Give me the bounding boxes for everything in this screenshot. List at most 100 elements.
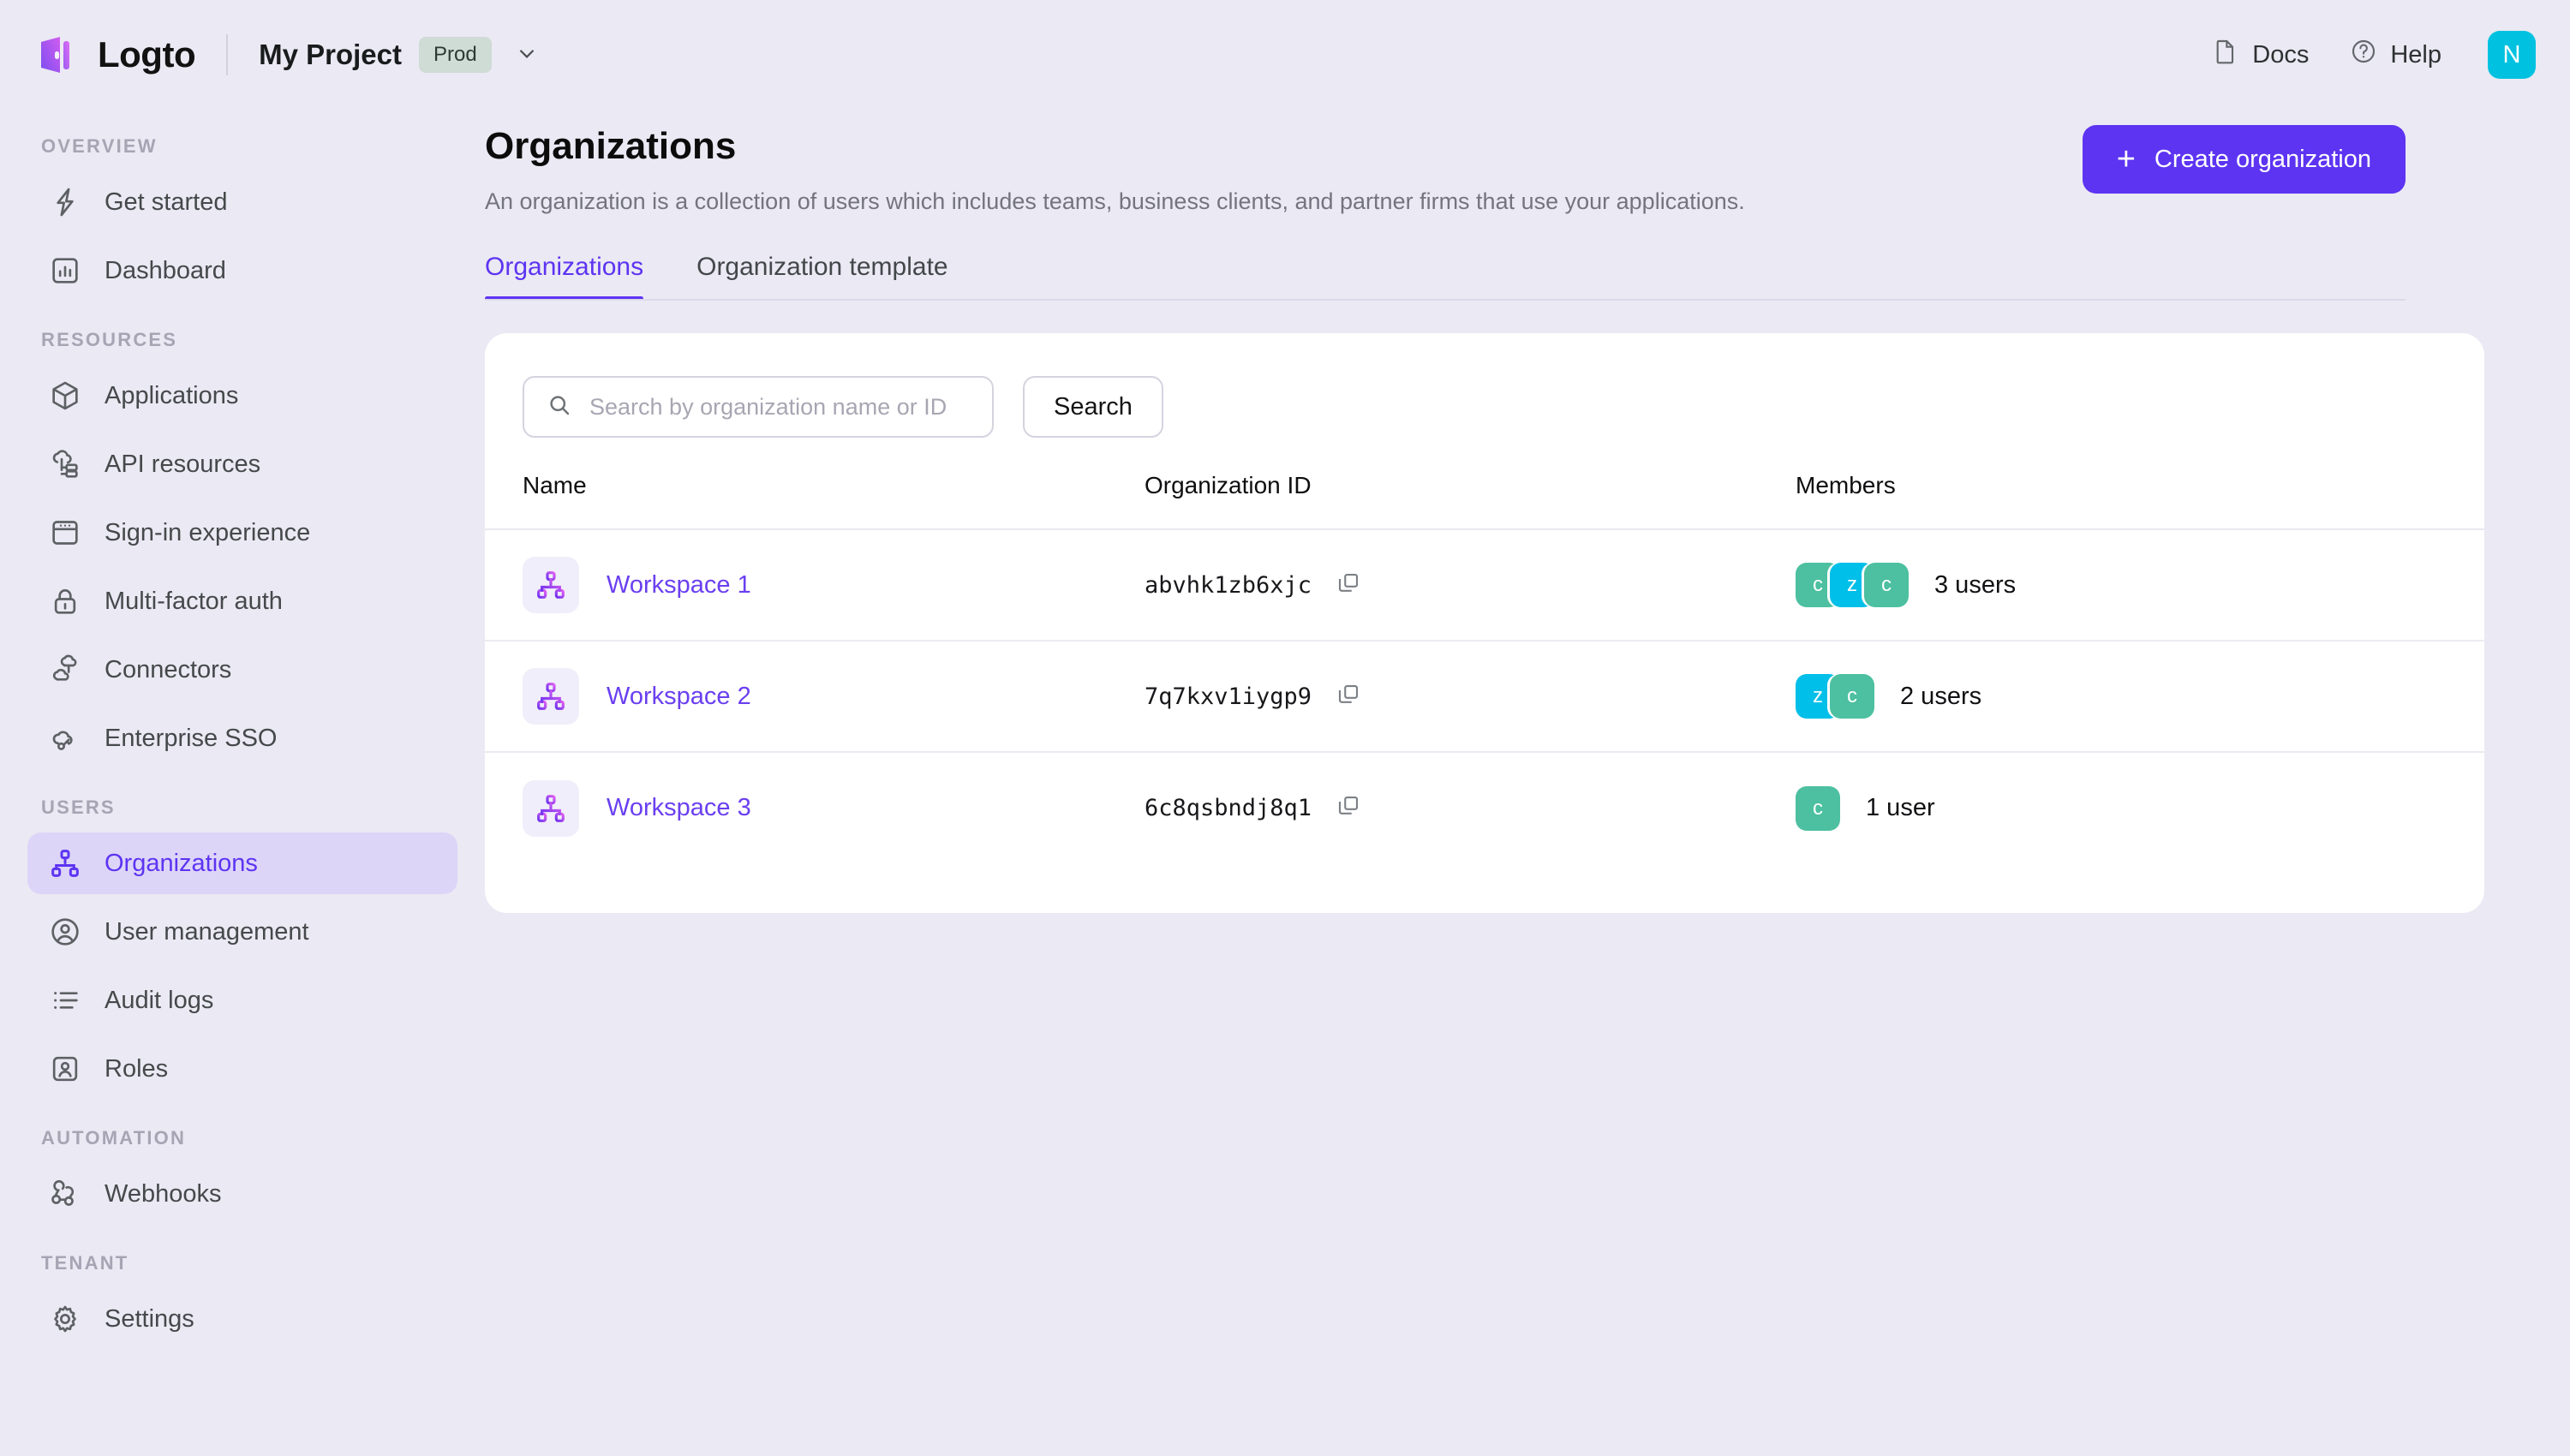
cloud-key-icon bbox=[48, 721, 82, 755]
column-header-organization-id: Organization ID bbox=[1145, 472, 1796, 530]
sidebar-item-get-started[interactable]: Get started bbox=[27, 171, 457, 233]
table-head: Name Organization ID Members bbox=[485, 472, 2484, 530]
nav-section-resources: RESOURCES bbox=[41, 329, 178, 350]
search-input[interactable] bbox=[589, 393, 970, 421]
organization-tile-icon bbox=[523, 557, 579, 613]
header-divider bbox=[226, 34, 229, 75]
sidebar-item-label: Enterprise SSO bbox=[105, 724, 278, 752]
tab-label: Organizations bbox=[485, 253, 644, 281]
sidebar-item-label: API resources bbox=[105, 450, 261, 478]
members-count: 1 user bbox=[1866, 794, 1935, 821]
webhook-icon bbox=[48, 1177, 82, 1211]
cell-organization-id: abvhk1zb6xjc bbox=[1145, 529, 1796, 641]
copy-icon[interactable] bbox=[1336, 570, 1361, 600]
organization-name-link[interactable]: Workspace 1 bbox=[607, 571, 751, 600]
search-icon bbox=[547, 392, 572, 422]
members-count: 2 users bbox=[1900, 682, 1982, 710]
page-header: Organizations An organization is a colle… bbox=[485, 110, 2406, 215]
sidebar-item-multi-factor-auth[interactable]: Multi-factor auth bbox=[27, 570, 457, 632]
sidebar-item-roles[interactable]: Roles bbox=[27, 1038, 457, 1100]
tab-organizations[interactable]: Organizations bbox=[485, 253, 672, 301]
plus-icon: + bbox=[2116, 141, 2136, 177]
sidebar-item-organizations[interactable]: Organizations bbox=[27, 832, 457, 894]
sidebar-item-label: Organizations bbox=[105, 849, 258, 877]
project-selector[interactable]: My Project Prod bbox=[259, 37, 540, 73]
organization-id-value: 7q7kxv1iygp9 bbox=[1145, 683, 1312, 710]
brand-name: Logto bbox=[98, 34, 196, 75]
organization-id-value: 6c8qsbndj8q1 bbox=[1145, 795, 1312, 821]
sidebar-item-audit-logs[interactable]: Audit logs bbox=[27, 970, 457, 1031]
sidebar-item-label: Webhooks bbox=[105, 1179, 222, 1208]
chevron-down-icon bbox=[514, 40, 540, 70]
docs-link[interactable]: Docs bbox=[2212, 38, 2309, 72]
sidebar-item-label: Connectors bbox=[105, 655, 232, 683]
organization-tile-icon bbox=[523, 779, 579, 837]
cell-members: z c 2 users bbox=[1796, 641, 2484, 753]
lightning-bolt-icon bbox=[48, 185, 82, 219]
organization-name-link[interactable]: Workspace 3 bbox=[607, 794, 751, 822]
api-cloud-icon bbox=[48, 447, 82, 481]
brand[interactable]: Logto bbox=[38, 34, 196, 75]
sidebar-item-label: Applications bbox=[105, 381, 239, 409]
sidebar-item-enterprise-sso[interactable]: Enterprise SSO bbox=[27, 707, 457, 769]
user-circle-icon bbox=[48, 915, 82, 949]
help-link[interactable]: Help bbox=[2350, 38, 2442, 72]
avatar: c bbox=[1864, 563, 1909, 607]
app-root: Logto My Project Prod Docs Help N OVERVI… bbox=[0, 0, 2570, 1456]
sidebar-item-label: Settings bbox=[105, 1304, 194, 1333]
cell-name: Workspace 1 bbox=[485, 529, 1145, 641]
members-count: 3 users bbox=[1934, 570, 2017, 599]
table-row[interactable]: Workspace 2 7q7kxv1iygp9 z c 2 users bbox=[485, 641, 2484, 753]
avatar-stack: c bbox=[1796, 785, 1840, 831]
browser-window-icon bbox=[48, 516, 82, 550]
organization-name-link[interactable]: Workspace 2 bbox=[607, 683, 751, 711]
top-bar: Logto My Project Prod Docs Help N bbox=[0, 0, 2570, 110]
copy-icon[interactable] bbox=[1336, 793, 1361, 823]
sidebar-item-sign-in-experience[interactable]: Sign-in experience bbox=[27, 502, 457, 564]
sidebar-item-label: Dashboard bbox=[105, 256, 226, 284]
column-header-members: Members bbox=[1796, 472, 2484, 530]
sidebar-item-settings[interactable]: Settings bbox=[27, 1288, 457, 1350]
nav-section-users: USERS bbox=[41, 797, 116, 818]
sidebar-item-label: Multi-factor auth bbox=[105, 587, 283, 615]
create-organization-button[interactable]: + Create organization bbox=[2082, 125, 2406, 194]
sidebar-item-label: Roles bbox=[105, 1054, 169, 1083]
cell-name: Workspace 3 bbox=[485, 752, 1145, 863]
sidebar-item-user-management[interactable]: User management bbox=[27, 901, 457, 963]
main-content: Organizations An organization is a colle… bbox=[485, 110, 2570, 1456]
tab-label: Organization template bbox=[696, 253, 948, 281]
question-circle-icon bbox=[2350, 38, 2377, 72]
copy-icon[interactable] bbox=[1336, 682, 1361, 712]
organization-icon bbox=[48, 846, 82, 880]
cell-name: Workspace 2 bbox=[485, 641, 1145, 753]
organization-id-value: abvhk1zb6xjc bbox=[1145, 571, 1312, 599]
nav-section-tenant: TENANT bbox=[41, 1252, 129, 1274]
sidebar-item-dashboard[interactable]: Dashboard bbox=[27, 240, 457, 301]
table-row[interactable]: Workspace 1 abvhk1zb6xjc c z c 3 users bbox=[485, 529, 2484, 641]
table-header-row: Name Organization ID Members bbox=[485, 472, 2484, 530]
list-icon bbox=[48, 983, 82, 1017]
cell-organization-id: 7q7kxv1iygp9 bbox=[1145, 641, 1796, 753]
search-field-wrapper[interactable] bbox=[523, 376, 994, 438]
avatar-stack: z c bbox=[1796, 674, 1874, 719]
search-button[interactable]: Search bbox=[1023, 376, 1163, 438]
sidebar-item-api-resources[interactable]: API resources bbox=[27, 433, 457, 495]
table-row[interactable]: Workspace 3 6c8qsbndj8q1 c 1 user bbox=[485, 752, 2484, 863]
sidebar-item-label: Get started bbox=[105, 188, 228, 216]
id-badge-icon bbox=[48, 1052, 82, 1086]
organizations-card: Search Name Organization ID Members bbox=[485, 333, 2484, 913]
nav-section-overview: OVERVIEW bbox=[41, 135, 158, 157]
organization-tile-icon bbox=[523, 668, 579, 725]
sidebar-item-connectors[interactable]: Connectors bbox=[27, 639, 457, 701]
nav-section-automation: AUTOMATION bbox=[41, 1127, 187, 1149]
help-label: Help bbox=[2390, 40, 2442, 69]
user-avatar[interactable]: N bbox=[2488, 31, 2536, 79]
cell-members: c z c 3 users bbox=[1796, 529, 2484, 641]
sidebar-item-applications[interactable]: Applications bbox=[27, 365, 457, 427]
tab-organization-template[interactable]: Organization template bbox=[672, 253, 972, 301]
avatar-stack: c z c bbox=[1796, 563, 1909, 607]
cell-organization-id: 6c8qsbndj8q1 bbox=[1145, 752, 1796, 863]
organizations-table: Name Organization ID Members Workspace 1… bbox=[485, 472, 2484, 863]
sidebar-item-webhooks[interactable]: Webhooks bbox=[27, 1163, 457, 1225]
connectors-icon bbox=[48, 653, 82, 687]
